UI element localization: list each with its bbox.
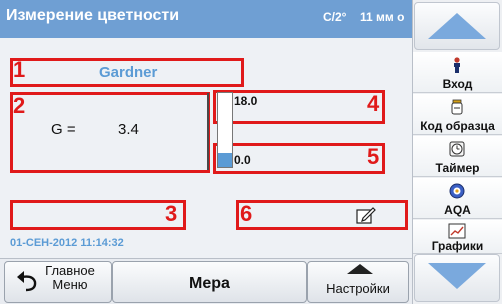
annotation-box-6 (236, 200, 408, 230)
sidebar-item-label: Вход (442, 77, 473, 91)
status-cuvette: 11 мм о (360, 10, 405, 24)
result-label: G = (51, 121, 76, 138)
measure-label: Мера (189, 275, 230, 292)
sidebar-item-label: AQA (444, 203, 471, 217)
edit-note-icon[interactable] (356, 206, 376, 224)
result-value: 3.4 (118, 121, 139, 138)
reading-timestamp: 01-СЕН-2012 11:14:32 (10, 237, 124, 249)
aqa-icon (449, 183, 465, 199)
title-bar: Измерение цветности C/2° 11 мм о (0, 0, 412, 38)
annotation-number-2: 2 (13, 93, 26, 118)
level-bar-fill (218, 153, 232, 167)
settings-up-arrow-icon (347, 264, 373, 274)
method-name: Gardner (99, 64, 158, 81)
annotation-number-6: 6 (240, 201, 253, 226)
bar-max-label: 18.0 (234, 94, 258, 108)
main-menu-label-line1: Главное (45, 263, 95, 278)
annotation-box-3 (10, 200, 186, 230)
screen-title: Измерение цветности (6, 7, 180, 24)
sidebar-item-label: Код образца (420, 119, 495, 133)
timer-icon (449, 141, 465, 157)
annotation-number-3: 3 (165, 201, 178, 226)
sidebar-item-label: Графики (431, 239, 484, 253)
annotation-box-2 (10, 92, 210, 173)
settings-label: Настройки (326, 281, 390, 296)
chart-icon (448, 223, 466, 239)
main-menu-label-line2: Меню (52, 277, 88, 292)
annotation-number-5: 5 (367, 144, 380, 169)
annotation-number-1: 1 (13, 57, 26, 82)
scroll-down-arrow-icon (428, 263, 486, 289)
scroll-up-arrow-icon (428, 13, 486, 39)
sample-bottle-icon (451, 99, 463, 115)
bar-divider (207, 93, 209, 170)
status-temperature: C/2° (323, 10, 347, 24)
main-menu-label: Главное Меню (40, 264, 100, 292)
user-icon (454, 57, 460, 73)
back-arrow-icon (17, 271, 37, 292)
bar-min-label: 0.0 (234, 153, 251, 167)
annotation-number-4: 4 (367, 91, 380, 116)
sidebar-item-label: Таймер (435, 161, 480, 175)
